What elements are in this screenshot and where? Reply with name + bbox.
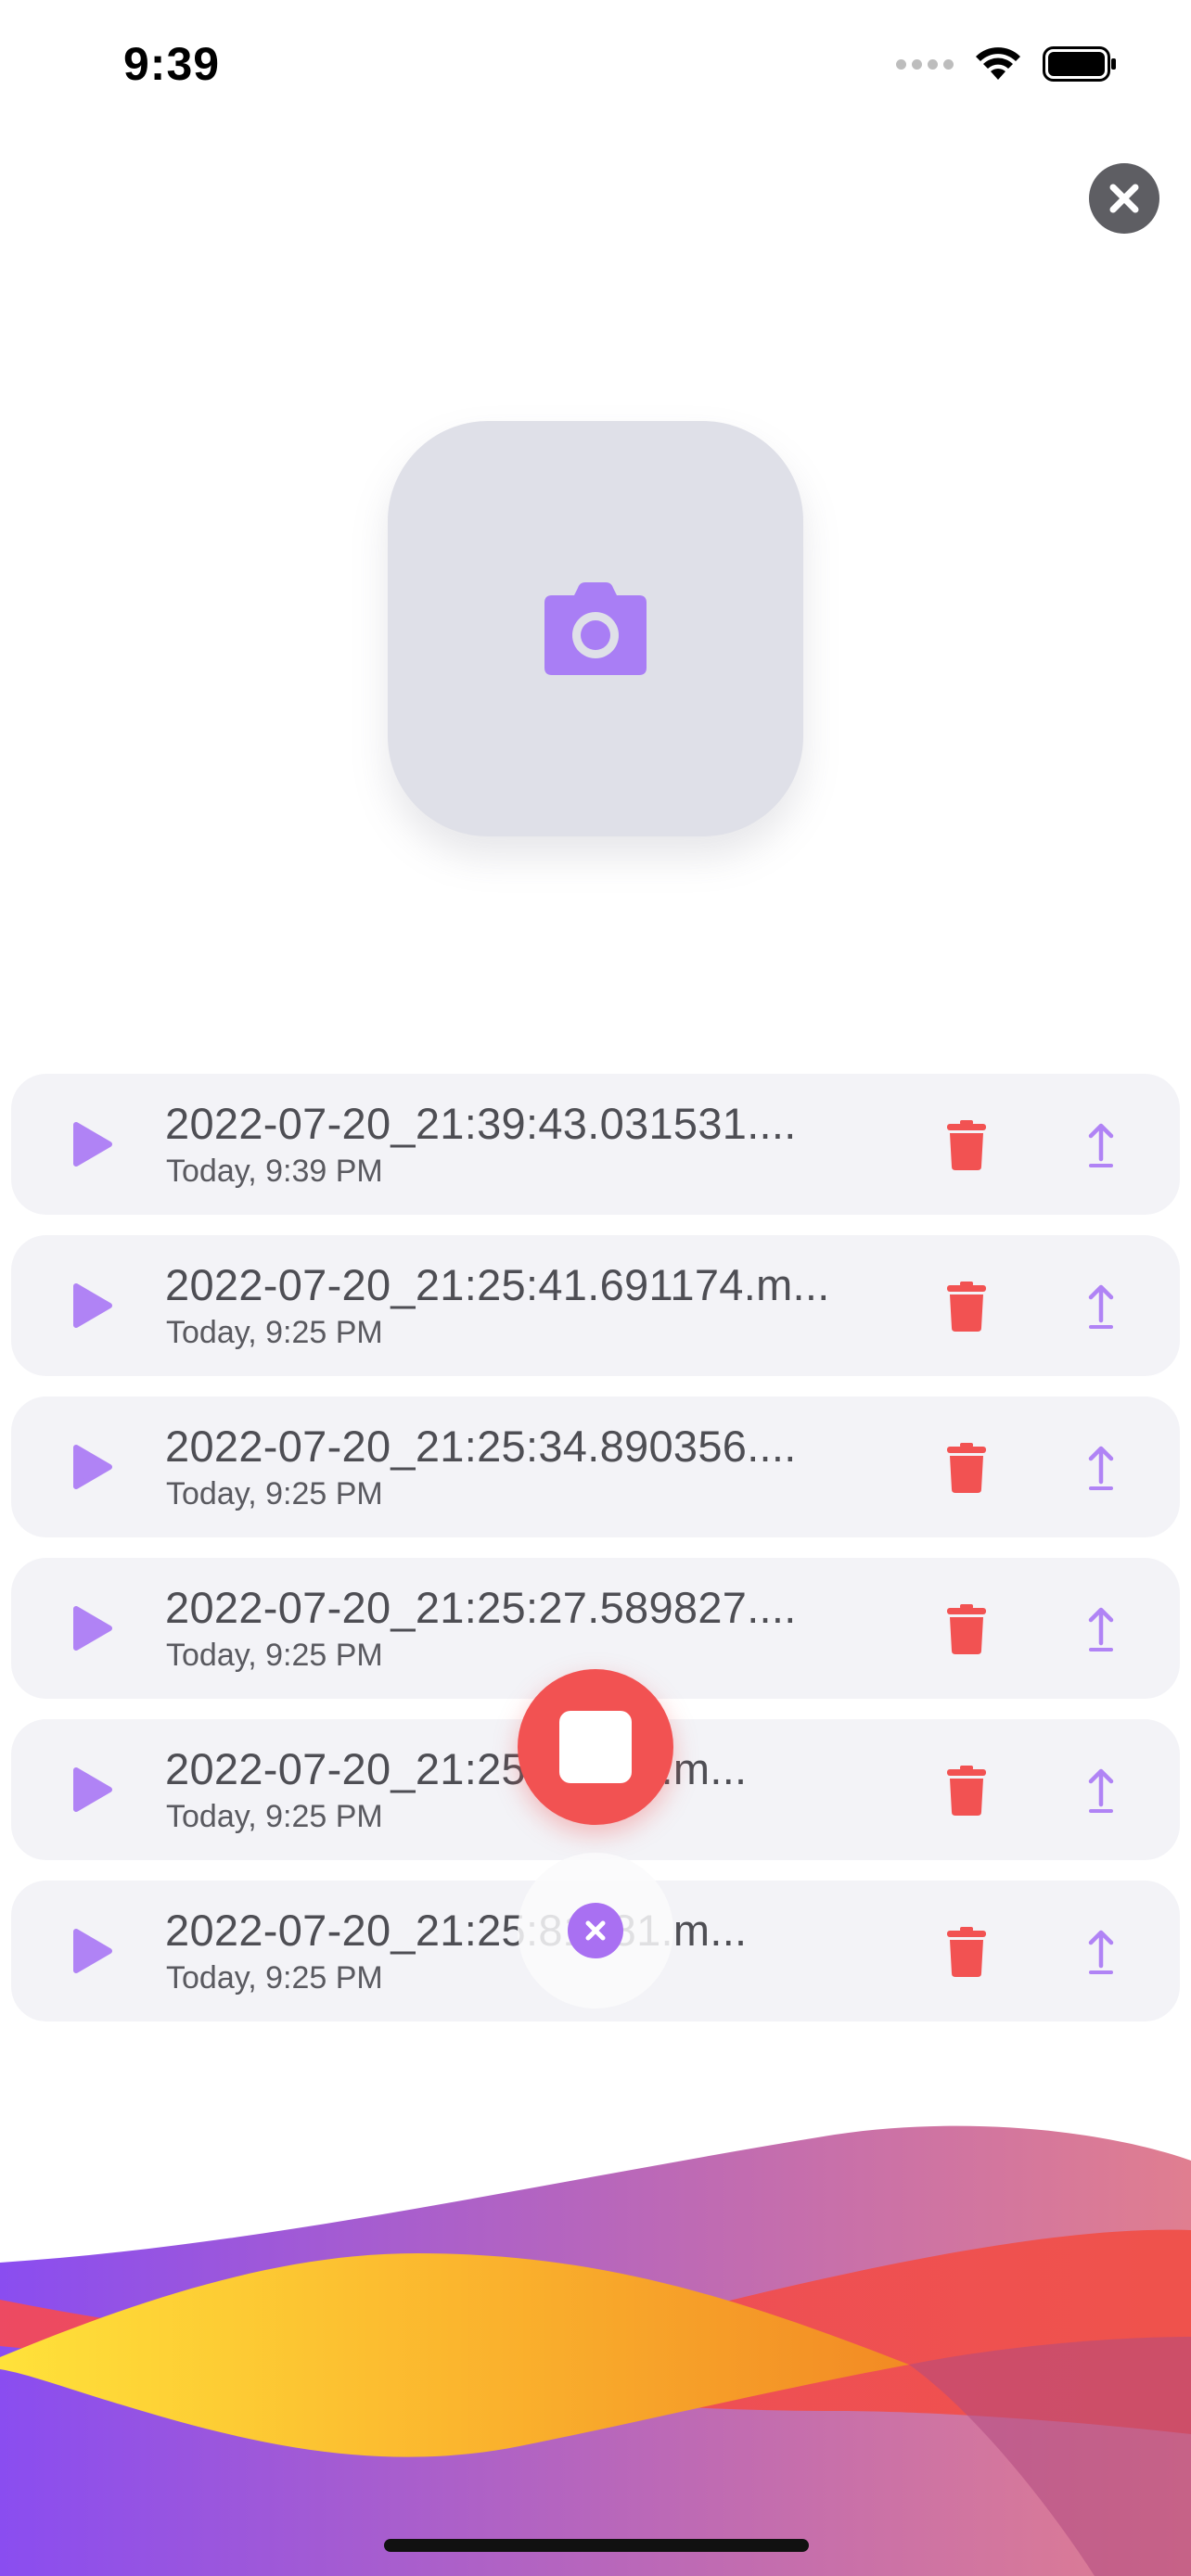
upload-button[interactable] — [1078, 1439, 1124, 1497]
close-button[interactable] — [1089, 163, 1159, 234]
trash-icon — [947, 1443, 986, 1493]
delete-button[interactable] — [939, 1439, 994, 1497]
stop-recording-button[interactable] — [518, 1669, 673, 1825]
play-button[interactable] — [65, 1923, 121, 1979]
trash-icon — [947, 1927, 986, 1977]
recording-row[interactable]: 2022-07-20_21:25:34.890356.... Today, 9:… — [11, 1396, 1180, 1537]
recording-date: Today, 9:25 PM — [166, 1799, 383, 1834]
upload-icon — [1088, 1284, 1114, 1329]
play-icon — [73, 1606, 112, 1651]
home-indicator[interactable] — [384, 2539, 809, 2552]
upload-button[interactable] — [1078, 1923, 1124, 1981]
delete-button[interactable] — [939, 1923, 994, 1981]
play-button[interactable] — [65, 1762, 121, 1817]
status-time: 9:39 — [123, 38, 221, 90]
recording-date: Today, 9:25 PM — [166, 1476, 383, 1511]
recording-row[interactable]: 2022-07-20_21:39:43.031531.... Today, 9:… — [11, 1074, 1180, 1215]
recording-date: Today, 9:25 PM — [166, 1638, 383, 1673]
play-button[interactable] — [65, 1278, 121, 1333]
camera-button[interactable] — [388, 421, 803, 836]
delete-button[interactable] — [939, 1278, 994, 1335]
play-icon — [73, 1767, 112, 1812]
trash-icon — [947, 1766, 986, 1816]
play-icon — [73, 1283, 112, 1328]
play-icon — [73, 1929, 112, 1973]
upload-button[interactable] — [1078, 1600, 1124, 1658]
play-button[interactable] — [65, 1600, 121, 1656]
cancel-icon — [568, 1903, 623, 1958]
battery-icon — [1043, 46, 1116, 82]
play-icon — [73, 1445, 112, 1489]
upload-button[interactable] — [1078, 1116, 1124, 1174]
play-icon — [73, 1122, 112, 1167]
wave-decoration — [0, 2114, 1191, 2576]
cancel-recording-button[interactable] — [518, 1853, 673, 2009]
upload-icon — [1088, 1446, 1114, 1490]
signal-dots-icon — [896, 58, 954, 70]
stop-icon — [559, 1711, 632, 1783]
recording-title: 2022-07-20_21:25:27.589827.... — [165, 1583, 797, 1632]
recording-date: Today, 9:25 PM — [166, 1960, 383, 1996]
upload-icon — [1088, 1768, 1114, 1813]
play-button[interactable] — [65, 1116, 121, 1172]
close-icon — [1109, 184, 1139, 213]
recording-row[interactable]: 2022-07-20_21:25:41.691174.m... Today, 9… — [11, 1235, 1180, 1376]
upload-icon — [1088, 1123, 1114, 1167]
recording-title: 2022-07-20_21:25:34.890356.... — [165, 1422, 797, 1471]
delete-button[interactable] — [939, 1600, 994, 1658]
status-bar: 9:39 — [0, 0, 1191, 139]
camera-icon — [544, 582, 647, 675]
play-button[interactable] — [65, 1439, 121, 1495]
delete-button[interactable] — [939, 1762, 994, 1819]
upload-icon — [1088, 1607, 1114, 1651]
upload-button[interactable] — [1078, 1762, 1124, 1819]
trash-icon — [947, 1604, 986, 1654]
upload-button[interactable] — [1078, 1278, 1124, 1335]
upload-icon — [1088, 1930, 1114, 1974]
status-icons — [896, 46, 1117, 82]
recording-title: 2022-07-20_21:39:43.031531.... — [165, 1099, 797, 1148]
trash-icon — [947, 1120, 986, 1170]
wifi-icon — [976, 47, 1020, 80]
delete-button[interactable] — [939, 1116, 994, 1174]
trash-icon — [947, 1282, 986, 1332]
recording-date: Today, 9:25 PM — [166, 1315, 383, 1350]
recording-date: Today, 9:39 PM — [166, 1154, 383, 1189]
recording-title: 2022-07-20_21:25:41.691174.m... — [165, 1260, 830, 1309]
